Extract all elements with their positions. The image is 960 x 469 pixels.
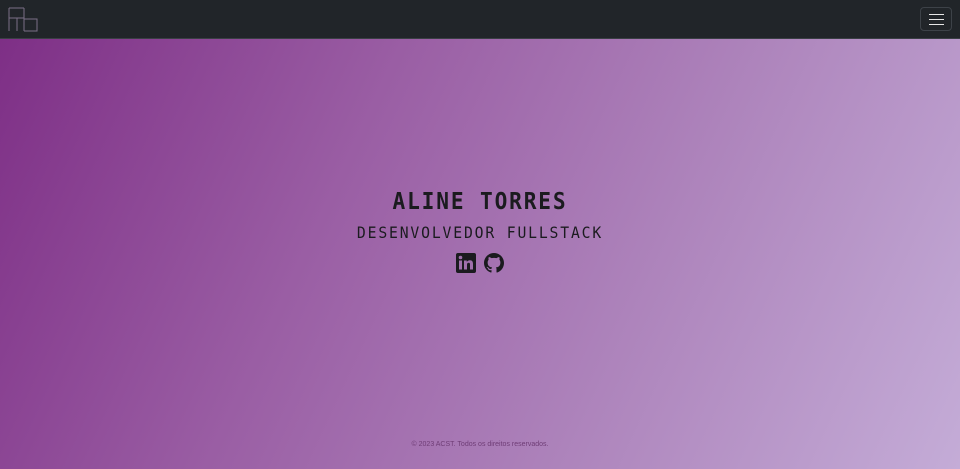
linkedin-icon[interactable] [456, 253, 476, 273]
hero-section: ALINE TORRES DESENVOLVEDOR FULLSTACK © 2… [0, 39, 960, 469]
hamburger-line [929, 19, 944, 20]
hero-name: ALINE TORRES [392, 189, 568, 215]
hamburger-menu-button[interactable] [920, 7, 952, 31]
hamburger-line [929, 14, 944, 15]
navbar [0, 0, 960, 39]
hero-role: DESENVOLVEDOR FULLSTACK [356, 223, 604, 242]
monogram-logo-icon[interactable] [8, 6, 38, 33]
footer-copyright: © 2023 ACST. Todos os direitos reservado… [411, 441, 549, 448]
hero-content: ALINE TORRES DESENVOLVEDOR FULLSTACK [0, 189, 960, 273]
social-links [0, 253, 960, 273]
github-icon[interactable] [484, 253, 504, 273]
hamburger-line [929, 24, 944, 25]
